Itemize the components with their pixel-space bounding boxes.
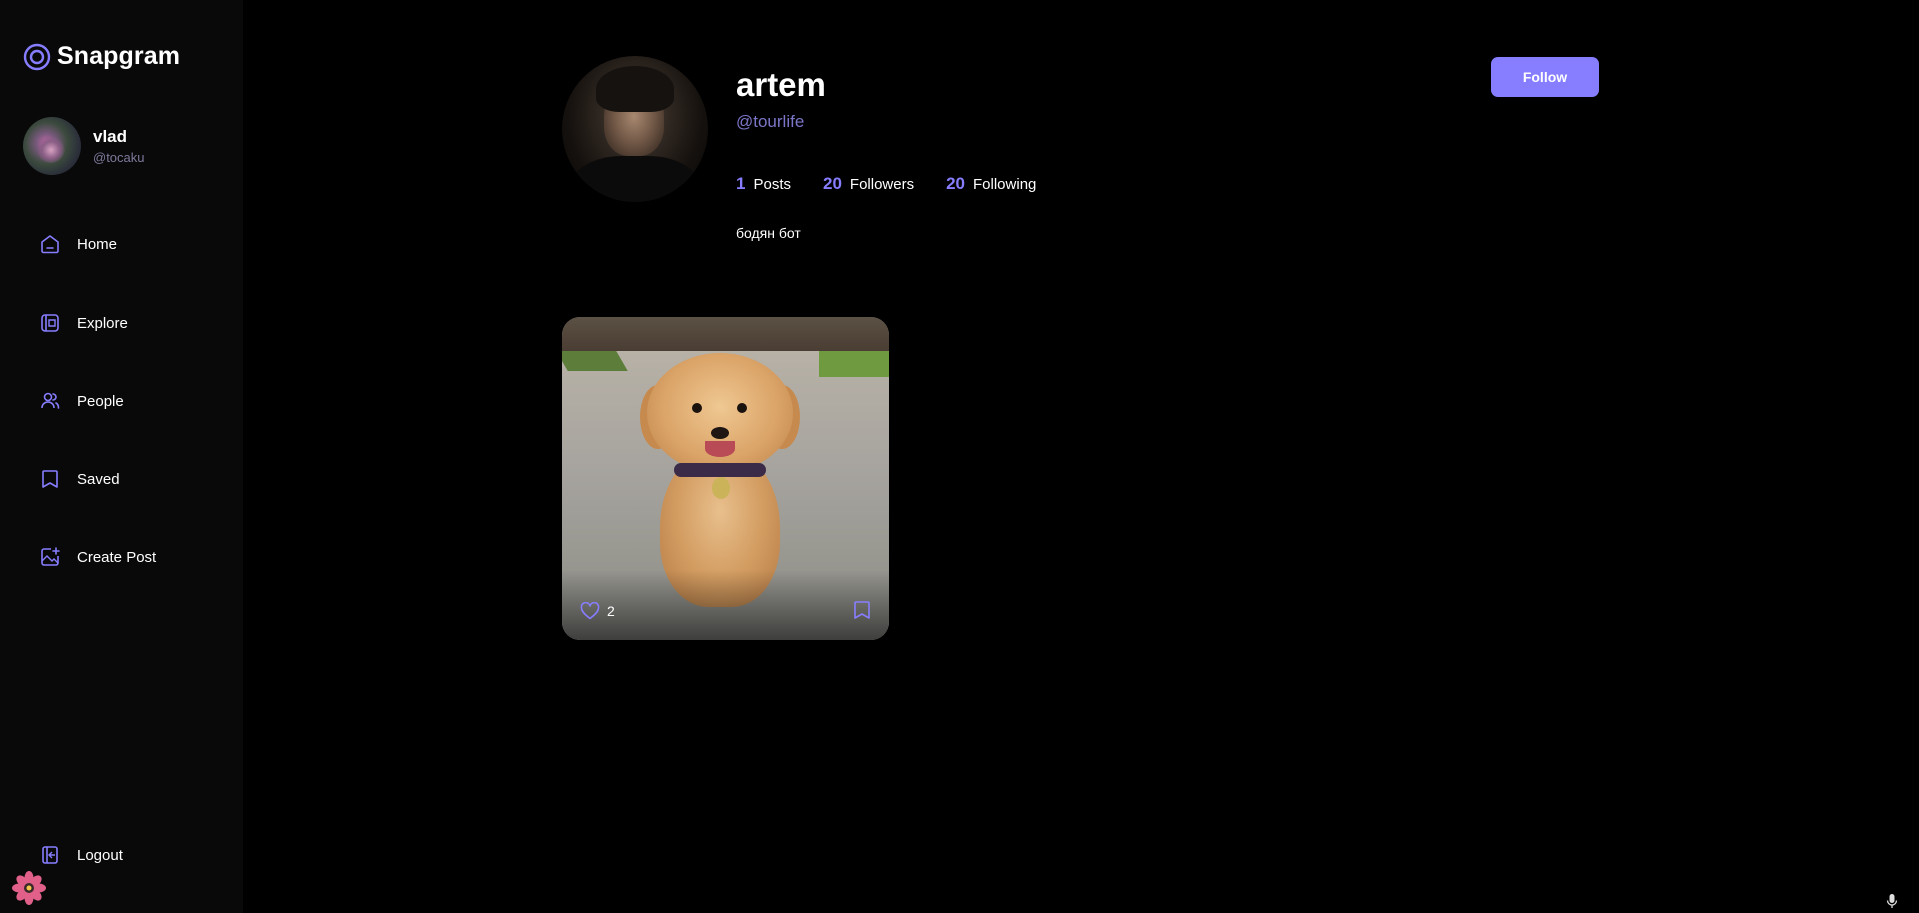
stat-followers-label: Followers (849, 176, 915, 193)
nav-label: Home (77, 235, 118, 253)
post-card[interactable]: 2 (562, 317, 889, 640)
profile-avatar (562, 56, 708, 202)
nav-item-create-post[interactable]: Create Post (38, 542, 228, 572)
flower-icon[interactable] (12, 871, 46, 905)
create-post-icon (38, 545, 62, 569)
avatar (23, 117, 81, 175)
nav-label: Saved (77, 470, 120, 488)
people-icon (38, 389, 62, 413)
nav-item-people[interactable]: People (38, 386, 228, 416)
stat-following[interactable]: 20 Following (946, 174, 1036, 194)
sidebar: Snapgram vlad @tocaku Home Explore Peopl… (0, 0, 243, 913)
app-logo[interactable]: Snapgram (23, 42, 180, 71)
nav-item-saved[interactable]: Saved (38, 464, 228, 494)
explore-icon (38, 311, 62, 335)
follow-button[interactable]: Follow (1491, 57, 1599, 97)
stat-followers[interactable]: 20 Followers (823, 174, 914, 194)
bookmark-icon[interactable] (853, 600, 871, 620)
logout-icon (38, 843, 62, 867)
user-handle: @tocaku (93, 150, 145, 165)
app-name: Snapgram (57, 42, 181, 70)
bookmark-icon (38, 467, 62, 491)
nav-item-home[interactable]: Home (38, 229, 228, 259)
current-user[interactable]: vlad @tocaku (23, 117, 145, 175)
microphone-icon[interactable] (1886, 893, 1898, 909)
stat-posts: 1 Posts (736, 174, 791, 194)
stat-followers-count: 20 (822, 174, 842, 193)
likes-count: 2 (607, 603, 615, 619)
snapgram-logo-icon (23, 43, 51, 70)
profile-name: artem (736, 66, 826, 103)
profile-handle: @tourlife (736, 112, 805, 131)
post-likes[interactable]: 2 (580, 602, 615, 620)
nav-label: Explore (77, 314, 128, 332)
heart-icon[interactable] (580, 602, 600, 620)
stat-following-count: 20 (946, 174, 966, 193)
stat-posts-label: Posts (753, 176, 791, 193)
profile-stats: 1 Posts 20 Followers 20 Following (736, 174, 1036, 194)
nav-label: Create Post (77, 548, 157, 566)
profile-bio: бодян бот (736, 225, 801, 241)
stat-posts-count: 1 (736, 174, 746, 193)
stat-following-label: Following (973, 176, 1037, 193)
logout-button[interactable]: Logout (38, 843, 123, 867)
nav-label: People (77, 392, 124, 410)
home-icon (38, 232, 62, 256)
logout-label: Logout (77, 846, 123, 864)
user-name: vlad (93, 127, 128, 146)
nav-item-explore[interactable]: Explore (38, 308, 228, 338)
